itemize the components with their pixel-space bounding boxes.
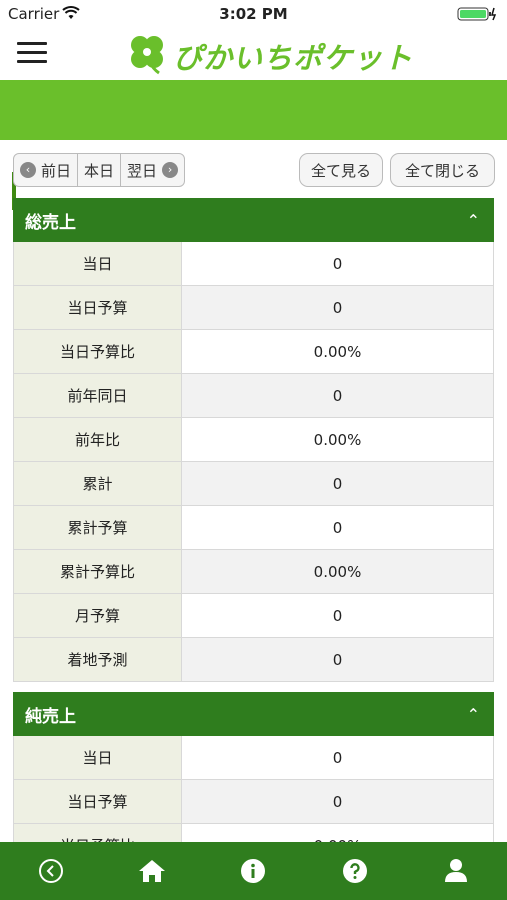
chevron-right-icon: › [162, 162, 179, 178]
back-circle-icon[interactable] [31, 851, 71, 891]
app-logo: ぴかいちポケット [125, 31, 412, 75]
row-label: 前年同日 [14, 374, 182, 417]
menu-icon[interactable] [17, 42, 47, 66]
chevron-up-icon[interactable]: ⌃ [467, 705, 480, 724]
table-row: 前年同日 0 [13, 374, 494, 418]
section-header[interactable]: 純売上 ⌃ [13, 692, 494, 736]
table-row: 月予算 0 [13, 594, 494, 638]
status-bar: Carrier 3:02 PM [0, 0, 507, 28]
user-icon[interactable] [436, 851, 476, 891]
show-all-button[interactable]: 全て見る [299, 153, 383, 187]
row-label: 累計予算比 [14, 550, 182, 593]
next-day-button[interactable]: 翌日 › [121, 154, 184, 186]
row-value: 0 [182, 374, 493, 417]
home-icon[interactable] [132, 851, 172, 891]
chevron-up-icon[interactable]: ⌃ [467, 211, 480, 230]
row-value: 0 [182, 242, 493, 285]
row-value: 0.00% [182, 330, 493, 373]
row-value: 0 [182, 594, 493, 637]
table-row: 累計予算 0 [13, 506, 494, 550]
logo-text: ぴかいちポケット [173, 41, 414, 75]
clock: 3:02 PM [219, 5, 288, 23]
section-total-sales: 総売上 ⌃ 当日 0 当日予算 0 当日予算比 0.00% 前年同日 0 前年比 0.00… [13, 198, 494, 682]
close-all-button[interactable]: 全て閉じる [390, 153, 495, 187]
row-label: 当日予算比 [14, 330, 182, 373]
row-label: 前年比 [14, 418, 182, 461]
date-nav-group: ‹ 前日 本日 翌日 › [13, 153, 186, 187]
next-day-label: 翌日 [127, 161, 158, 180]
row-label: 累計予算 [14, 506, 182, 549]
row-label: 当日予算 [14, 780, 182, 823]
row-value: 0 [182, 780, 493, 823]
section-title: 総売上 [25, 212, 76, 233]
row-label: 累計 [14, 462, 182, 505]
row-value: 0 [182, 462, 493, 505]
table-row: 着地予測 0 [13, 638, 494, 682]
row-label: 当日 [14, 736, 182, 779]
section-header[interactable]: 総売上 ⌃ [13, 198, 494, 242]
row-value: 0 [182, 506, 493, 549]
row-value: 0 [182, 286, 493, 329]
clover-icon [131, 36, 163, 75]
table-row: 当日 0 [13, 242, 494, 286]
today-label: 本日 [84, 161, 115, 180]
prev-day-label: 前日 [41, 161, 72, 180]
info-icon[interactable] [233, 851, 273, 891]
row-value: 0 [182, 736, 493, 779]
table-row: 累計予算比 0.00% [13, 550, 494, 594]
prev-day-button[interactable]: ‹ 前日 [14, 154, 79, 186]
table-row: 当日予算 0 [13, 780, 494, 824]
row-value: 0 [182, 638, 493, 681]
row-label: 月予算 [14, 594, 182, 637]
table-row: 当日 0 [13, 736, 494, 780]
section-title: 純売上 [25, 706, 76, 727]
table-row: 前年比 0.00% [13, 418, 494, 462]
table-row: 当日予算 0 [13, 286, 494, 330]
row-value: 0.00% [182, 418, 493, 461]
table-row: 累計 0 [13, 462, 494, 506]
section-table: 当日 0 当日予算 0 当日予算比 0.00% 前年同日 0 前年比 0.00% 累計 0 … [13, 242, 494, 682]
row-label: 着地予測 [14, 638, 182, 681]
row-label: 当日予算 [14, 286, 182, 329]
row-value: 0.00% [182, 550, 493, 593]
row-label: 当日 [14, 242, 182, 285]
bottom-tab-bar [0, 842, 507, 900]
table-row: 当日予算比0.00% [13, 330, 494, 374]
battery-icon [457, 7, 497, 21]
help-icon[interactable] [335, 851, 375, 891]
today-button[interactable]: 本日 [78, 154, 122, 186]
chevron-left-icon: ‹ [20, 162, 36, 178]
